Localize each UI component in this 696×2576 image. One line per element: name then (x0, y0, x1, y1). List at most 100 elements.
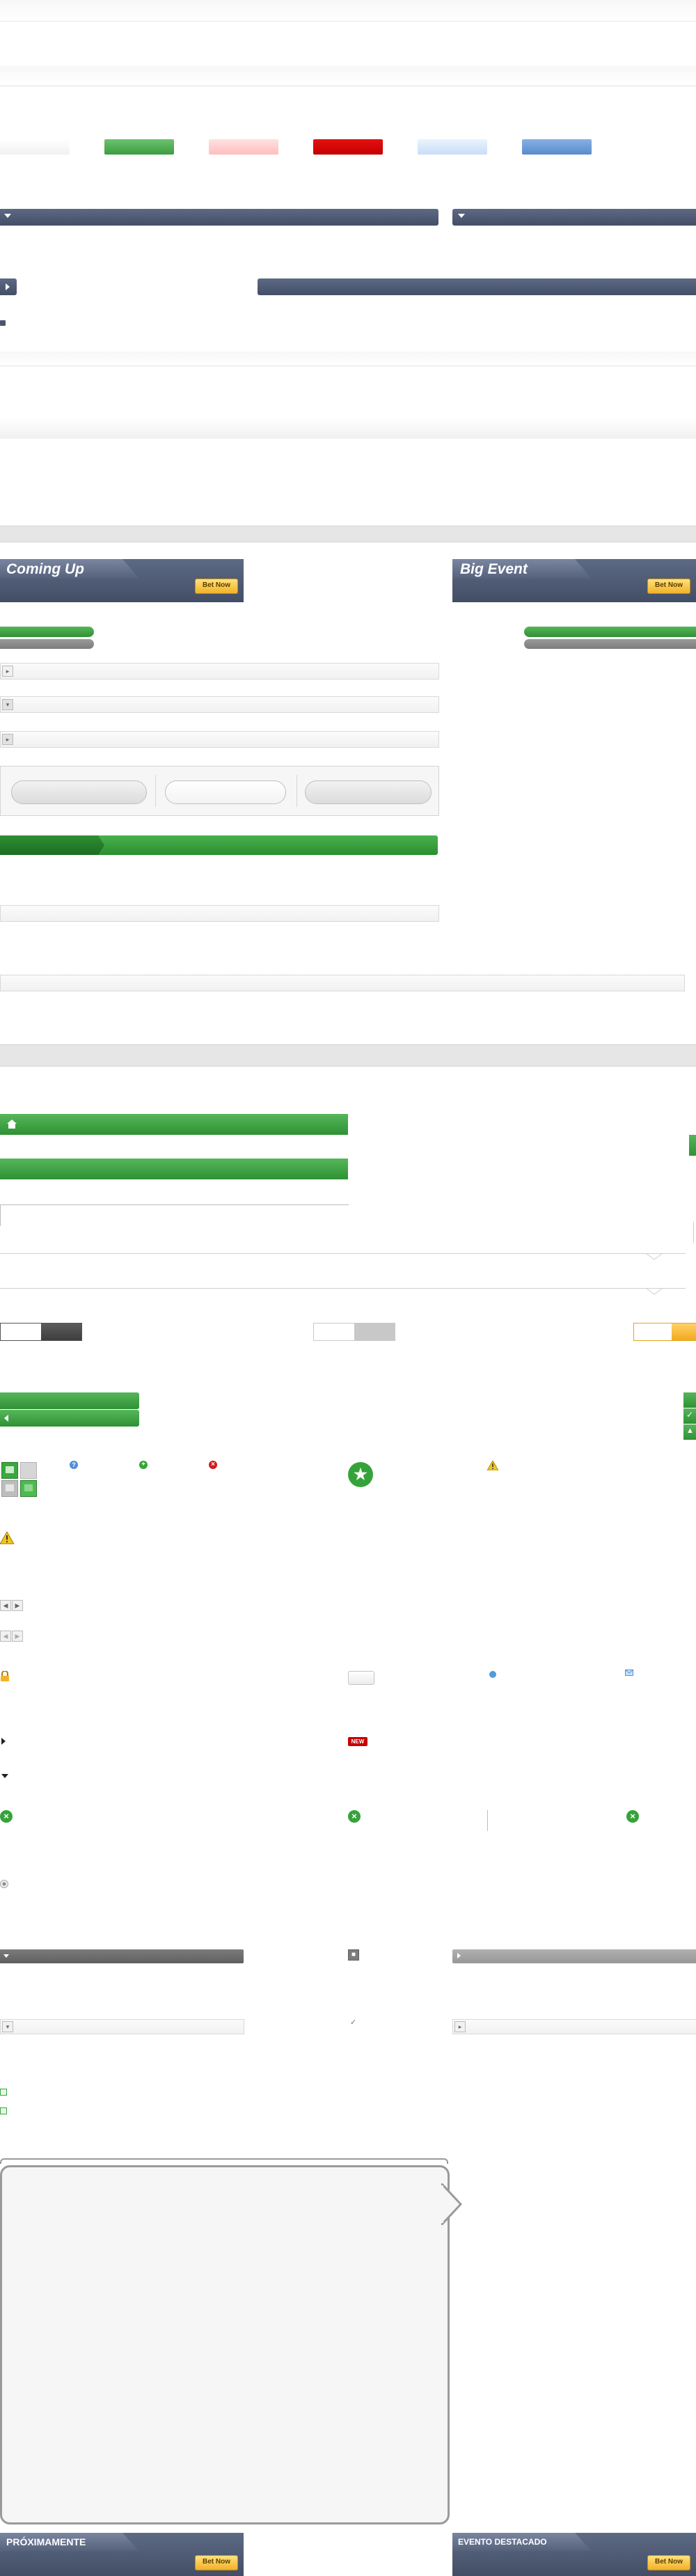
warning-icon (487, 1461, 498, 1470)
toggle-off-half (634, 1324, 672, 1340)
bet-now-button[interactable]: Bet Now (647, 2555, 690, 2570)
evento-destacado-banner: EVENTO DESTACADO Bet Now (452, 2533, 696, 2576)
arrow-up-icon: ▲ (686, 1427, 694, 1435)
grid-cell-gray[interactable] (20, 1462, 37, 1479)
big-event-banner: Big Event Bet Now (452, 559, 696, 602)
accordion-row-2[interactable]: ▾ (0, 696, 439, 713)
banner-title: PRÓXIMAMENTE (6, 2536, 86, 2547)
speech-bubble-panel (0, 2165, 450, 2524)
collapsible-header-left[interactable] (0, 209, 438, 226)
star-icon[interactable]: ★ (348, 1462, 373, 1487)
prev-page-button[interactable]: ◀ (0, 1631, 11, 1642)
envelope-icon (625, 1670, 633, 1676)
chevron-down-icon (3, 1954, 9, 1958)
green-edge-tab[interactable] (689, 1135, 696, 1156)
collapsible-header-right[interactable] (452, 209, 696, 226)
segmented-pill-panel (0, 766, 439, 816)
small-indicator-dot (0, 320, 6, 326)
segment-pill-2-active[interactable] (165, 780, 286, 804)
info-dot-icon (489, 1671, 496, 1678)
top-fade-band (0, 0, 696, 22)
expand-right-icon: ▸ (2, 666, 13, 677)
toggle-switch-yellow[interactable] (633, 1323, 696, 1341)
third-fade-band (0, 352, 696, 366)
toggle-off-half (314, 1324, 354, 1340)
green-stacked-button-top[interactable] (0, 1392, 139, 1409)
segment-pill-1[interactable] (11, 780, 147, 804)
green-progress-bar-right (524, 627, 696, 637)
toggle-switch-dark[interactable] (0, 1323, 82, 1341)
check-icon: ✓ (350, 2018, 357, 2027)
swatch-blue[interactable] (522, 139, 592, 155)
chevron-left-icon (4, 1415, 8, 1422)
empty-wide-track[interactable] (0, 975, 685, 991)
light-row-left[interactable]: ▾ (0, 2019, 244, 2034)
chevron-right-icon (457, 1953, 461, 1958)
grid-cell-green[interactable] (20, 1480, 37, 1497)
green-section-bar (0, 1159, 348, 1179)
collapse-down-icon: ▾ (2, 699, 13, 710)
light-row-right[interactable]: ▸ (452, 2019, 696, 2034)
checkbox-dark[interactable]: ■ (348, 1949, 359, 1961)
swatch-pink[interactable] (209, 139, 278, 155)
toggle-off-half (1, 1324, 41, 1340)
accordion-row-1[interactable]: ▸ (0, 663, 439, 680)
green-edge-button-3[interactable]: ▲ (683, 1424, 696, 1440)
accordion-row-3[interactable]: ▸ (0, 731, 439, 748)
help-icon[interactable]: ? (70, 1461, 78, 1469)
progress-bar (0, 835, 438, 855)
add-icon[interactable]: + (139, 1461, 148, 1469)
bet-now-button[interactable]: Bet Now (647, 579, 690, 594)
expand-toggle-small[interactable] (0, 278, 17, 295)
swatch-green[interactable] (104, 139, 174, 155)
close-icon[interactable]: × (0, 1810, 13, 1823)
check-icon: ✓ (686, 1410, 694, 1420)
swatch-light-blue[interactable] (418, 139, 487, 155)
expand-right-icon: ▸ (2, 734, 13, 745)
empty-input-track[interactable] (0, 905, 439, 922)
arrow-down-icon (1, 1774, 8, 1778)
next-page-button[interactable]: ▶ (12, 1631, 23, 1642)
proximamente-banner: PRÓXIMAMENTE Bet Now (0, 2533, 244, 2576)
radio-button[interactable] (0, 1880, 8, 1888)
grid-view-icon-set (0, 1461, 39, 1497)
swatch-red[interactable] (313, 139, 383, 155)
collapsible-gray-header-left[interactable] (0, 1949, 244, 1963)
gray-progress-bar-right (524, 639, 696, 649)
section-divider (0, 1044, 696, 1067)
next-page-button[interactable]: ▶ (12, 1600, 23, 1611)
small-green-checkbox[interactable] (0, 2089, 7, 2096)
prev-page-button[interactable]: ◀ (0, 1600, 11, 1611)
panel-top-rule (0, 2158, 448, 2164)
green-edge-button-1[interactable] (683, 1392, 696, 1408)
home-nav-bar[interactable] (0, 1114, 348, 1135)
fourth-fade-band (0, 418, 696, 439)
remove-icon[interactable]: × (209, 1461, 217, 1469)
grid-cell-green[interactable] (1, 1462, 18, 1479)
bet-now-button[interactable]: Bet Now (195, 2555, 238, 2570)
gray-progress-bar-left (0, 639, 94, 649)
bordered-input[interactable] (0, 1204, 349, 1226)
chevron-down-icon (458, 214, 465, 218)
warning-icon (0, 1532, 14, 1544)
collapsible-gray-header-right[interactable] (452, 1949, 696, 1963)
toggle-on-half (41, 1324, 81, 1340)
edge-marker (693, 1222, 696, 1243)
green-edge-button-2[interactable]: ✓ (683, 1408, 696, 1424)
wide-header-bar (258, 278, 696, 295)
banner-title: EVENTO DESTACADO (458, 2537, 547, 2547)
segment-pill-3[interactable] (305, 780, 432, 804)
grid-cell-gray[interactable] (1, 1480, 18, 1497)
swatch-white[interactable] (0, 139, 70, 155)
segment-divider (155, 775, 156, 807)
pager-control-1: ◀ ▶ (0, 1600, 24, 1611)
small-green-checkbox[interactable] (0, 2107, 7, 2114)
close-icon[interactable]: × (626, 1810, 639, 1823)
close-icon[interactable]: × (348, 1810, 361, 1823)
green-stacked-button-bottom[interactable] (0, 1410, 139, 1427)
bet-now-button[interactable]: Bet Now (195, 579, 238, 594)
toggle-switch-light[interactable] (313, 1323, 395, 1341)
lock-icon (1, 1671, 9, 1681)
callout-notch-icon (646, 1253, 663, 1260)
small-rounded-input[interactable] (348, 1671, 374, 1685)
